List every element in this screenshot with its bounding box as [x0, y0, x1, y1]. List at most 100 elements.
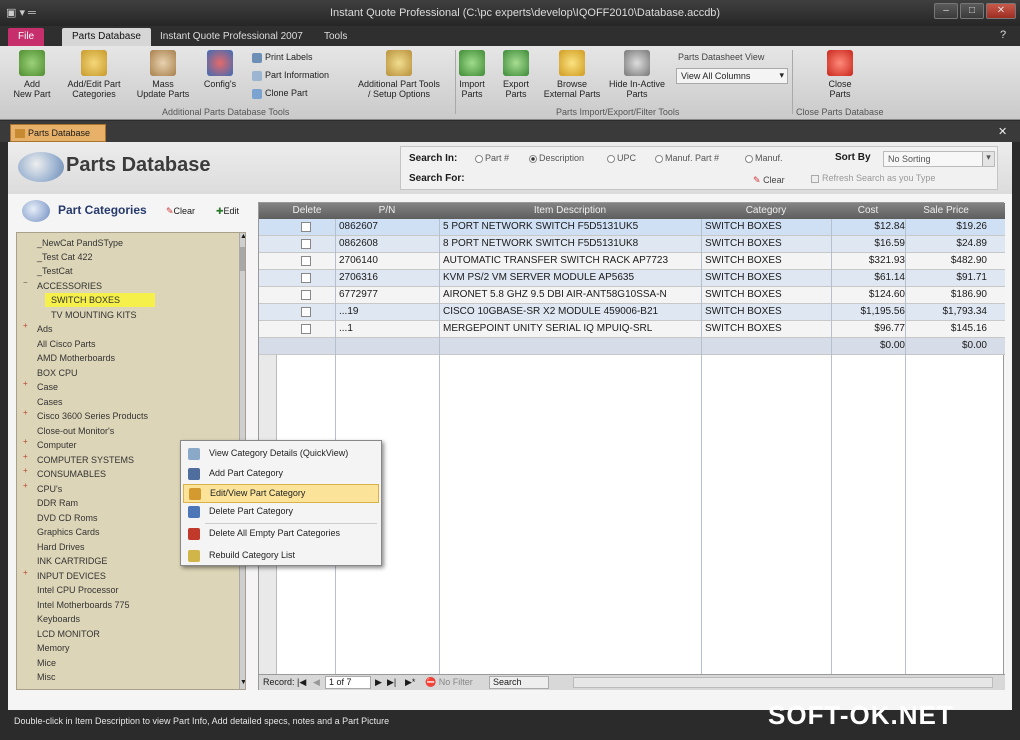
category-cell[interactable]: SWITCH BOXES: [705, 238, 833, 249]
table-row[interactable]: 0862607 5 PORT NETWORK SWITCH F5D5131UK5 S…: [259, 219, 1005, 236]
close-doc-icon[interactable]: ✕: [998, 125, 1007, 138]
tree-item[interactable]: Graphics Cards: [37, 525, 100, 539]
menu-item-view-details[interactable]: View Category Details (QuickView): [183, 445, 379, 464]
categories-edit-button[interactable]: ✚Edit: [216, 206, 239, 217]
col-header-sale-price[interactable]: Sale Price: [905, 205, 987, 216]
expand-icon[interactable]: +: [23, 568, 28, 577]
table-row[interactable]: 2706316 KVM PS/2 VM SERVER MODULE AP5635 S…: [259, 270, 1005, 287]
prev-record-icon[interactable]: ◀: [313, 677, 320, 688]
expand-icon[interactable]: +: [23, 379, 28, 388]
category-cell[interactable]: SWITCH BOXES: [705, 289, 833, 300]
tree-item[interactable]: CONSUMABLES: [37, 467, 106, 481]
tree-item[interactable]: ACCESSORIES: [37, 279, 102, 293]
delete-checkbox[interactable]: [301, 324, 311, 334]
tree-item[interactable]: AMD Motherboards: [37, 351, 115, 365]
no-filter-button[interactable]: ⛔ No Filter: [425, 677, 473, 688]
expand-icon[interactable]: +: [23, 437, 28, 446]
tree-item[interactable]: COMPUTER SYSTEMS: [37, 453, 134, 467]
refresh-as-type-checkbox[interactable]: Refresh Search as you Type: [811, 173, 935, 183]
tree-item[interactable]: Cisco 3600 Series Products: [37, 409, 148, 423]
import-parts-button[interactable]: Import Parts: [454, 50, 490, 99]
table-row[interactable]: 6772977 AIRONET 5.8 GHZ 9.5 DBI AIR-ANT58…: [259, 287, 1005, 304]
cost-cell[interactable]: $1,195.56: [835, 306, 906, 317]
clone-part-button[interactable]: Clone Part: [252, 88, 308, 99]
description-cell[interactable]: 5 PORT NETWORK SWITCH F5D5131UK5: [443, 221, 701, 232]
radio-upc[interactable]: UPC: [607, 153, 636, 163]
col-header-category[interactable]: Category: [701, 205, 831, 216]
menu-item-delete-empty[interactable]: Delete All Empty Part Categories: [183, 525, 379, 544]
part-information-button[interactable]: Part Information: [252, 70, 329, 81]
sale-price-cell[interactable]: $19.26: [909, 221, 987, 232]
tree-item[interactable]: DVD CD Roms: [37, 511, 98, 525]
tree-item[interactable]: Close-out Monitor's: [37, 424, 114, 438]
delete-checkbox[interactable]: [301, 239, 311, 249]
menu-item-delete-category[interactable]: Delete Part Category: [183, 503, 379, 522]
delete-checkbox[interactable]: [301, 290, 311, 300]
additional-tools-button[interactable]: Additional Part Tools / Setup Options: [350, 50, 448, 99]
sale-price-cell[interactable]: $482.90: [909, 255, 987, 266]
sale-price-cell[interactable]: $24.89: [909, 238, 987, 249]
cost-cell[interactable]: $321.93: [835, 255, 905, 266]
tree-item[interactable]: BOX CPU: [37, 366, 78, 380]
pn-cell[interactable]: 2706316: [339, 272, 439, 283]
add-new-part-button[interactable]: Add New Part: [10, 50, 54, 99]
radio-part-number[interactable]: Part #: [475, 153, 509, 163]
tree-item[interactable]: _Test Cat 422: [37, 250, 93, 264]
hide-inactive-button[interactable]: Hide In-Active Parts: [604, 50, 670, 99]
first-record-icon[interactable]: |◀: [297, 677, 306, 688]
tree-item[interactable]: Misc: [37, 670, 56, 684]
tree-item[interactable]: Intel CPU Processor: [37, 583, 119, 597]
tree-item[interactable]: Keyboards: [37, 612, 80, 626]
export-parts-button[interactable]: Export Parts: [496, 50, 536, 99]
cost-cell[interactable]: $12.84: [835, 221, 905, 232]
close-window-button[interactable]: ✕: [986, 3, 1016, 19]
category-cell[interactable]: SWITCH BOXES: [705, 323, 833, 334]
cost-cell[interactable]: $61.14: [835, 272, 905, 283]
col-header-cost[interactable]: Cost: [831, 205, 905, 216]
tree-item[interactable]: _TestCat: [37, 264, 73, 278]
configs-button[interactable]: Config's: [198, 50, 242, 89]
quick-access-toolbar[interactable]: ▣ ▾ ═: [6, 6, 36, 19]
description-cell[interactable]: MERGEPOINT UNITY SERIAL IQ MPUIQ-SRL: [443, 323, 701, 334]
category-cell[interactable]: SWITCH BOXES: [705, 272, 833, 283]
cost-cell[interactable]: $0.00: [835, 340, 905, 351]
category-cell[interactable]: SWITCH BOXES: [705, 255, 833, 266]
sale-price-cell[interactable]: $186.90: [909, 289, 987, 300]
sort-by-select[interactable]: No Sorting ▾: [883, 151, 995, 167]
tree-item-selected[interactable]: SWITCH BOXES: [45, 293, 155, 307]
radio-manuf[interactable]: Manuf.: [745, 153, 783, 163]
expand-icon[interactable]: +: [23, 321, 28, 330]
description-cell[interactable]: KVM PS/2 VM SERVER MODULE AP5635: [443, 272, 701, 283]
tree-item[interactable]: Computer: [37, 438, 77, 452]
col-header-description[interactable]: Item Description: [439, 205, 701, 216]
new-record-icon[interactable]: ▶*: [405, 677, 415, 688]
last-record-icon[interactable]: ▶|: [387, 677, 396, 688]
description-cell[interactable]: AIRONET 5.8 GHZ 9.5 DBI AIR-ANT58G10SSA-…: [443, 289, 701, 300]
scroll-up-icon[interactable]: ▲: [240, 233, 245, 240]
expand-icon[interactable]: +: [23, 452, 28, 461]
tree-item[interactable]: Case: [37, 380, 58, 394]
record-number-field[interactable]: 1 of 7: [325, 676, 371, 689]
radio-manuf-part[interactable]: Manuf. Part #: [655, 153, 719, 163]
delete-checkbox[interactable]: [301, 273, 311, 283]
delete-checkbox[interactable]: [301, 256, 311, 266]
tree-item[interactable]: DDR Ram: [37, 496, 78, 510]
tree-item[interactable]: LCD MONITOR: [37, 627, 100, 641]
sale-price-cell[interactable]: $145.16: [909, 323, 987, 334]
horizontal-scrollbar[interactable]: [573, 677, 993, 688]
tree-item[interactable]: All Cisco Parts: [37, 337, 96, 351]
expand-icon[interactable]: +: [23, 408, 28, 417]
tab-file[interactable]: File: [8, 28, 45, 46]
description-cell[interactable]: CISCO 10GBASE-SR X2 MODULE 459006-B21: [443, 306, 701, 317]
pn-cell[interactable]: ...19: [339, 306, 439, 317]
sale-price-cell[interactable]: $91.71: [909, 272, 987, 283]
table-row[interactable]: 2706140 AUTOMATIC TRANSFER SWITCH RACK AP…: [259, 253, 1005, 270]
tab-instant-quote[interactable]: Instant Quote Professional 2007: [150, 28, 313, 46]
tree-item[interactable]: INPUT DEVICES: [37, 569, 106, 583]
delete-checkbox[interactable]: [301, 307, 311, 317]
menu-item-add-category[interactable]: Add Part Category: [183, 465, 379, 484]
table-row[interactable]: ...1 MERGEPOINT UNITY SERIAL IQ MPUIQ-SRL…: [259, 321, 1005, 338]
pn-cell[interactable]: ...1: [339, 323, 439, 334]
print-labels-button[interactable]: Print Labels: [252, 52, 313, 63]
description-cell[interactable]: AUTOMATIC TRANSFER SWITCH RACK AP7723: [443, 255, 701, 266]
